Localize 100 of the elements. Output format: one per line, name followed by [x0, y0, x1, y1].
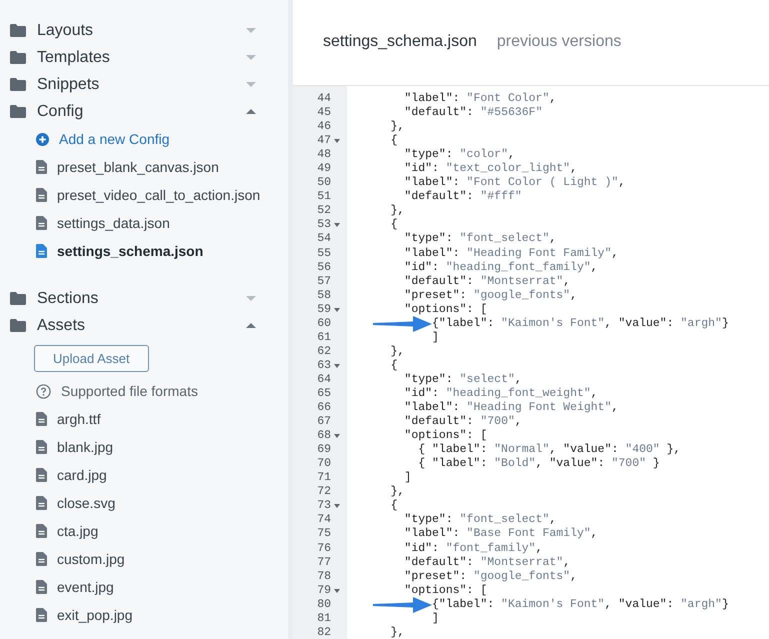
code-line: "default": "#fff": [403, 190, 522, 204]
file-icon: [36, 244, 47, 258]
folder-icon: [10, 51, 26, 64]
file-icon: [36, 496, 47, 510]
line-number: 58: [317, 288, 331, 303]
folder-icon: [10, 78, 26, 91]
code-line: { "label": "Normal", "value": "400" },: [417, 443, 681, 458]
line-number: 72: [317, 485, 331, 500]
line-number: 76: [317, 542, 331, 556]
folder-label[interactable]: Layouts: [37, 22, 246, 40]
code-line: "type": "select",: [403, 372, 522, 387]
code-line: {"label": "Kaimon's Font", "value": "argh"}: [431, 598, 729, 612]
file-item[interactable]: preset_blank_canvas.json: [57, 159, 219, 175]
fold-caret-icon[interactable]: [334, 223, 340, 228]
code-line: ]: [403, 471, 412, 486]
add-config-link[interactable]: Add a new Config: [59, 131, 170, 147]
file-icon: [36, 216, 47, 230]
file-item[interactable]: custom.jpg: [57, 551, 125, 567]
line-number: 52: [317, 204, 331, 218]
fold-caret-icon[interactable]: [334, 588, 340, 593]
code-line: "options": [: [403, 584, 488, 598]
code-line: },: [390, 626, 404, 639]
file-icon: [36, 608, 47, 622]
file-item[interactable]: close.svg: [57, 495, 116, 511]
file-icon: [36, 552, 47, 566]
line-number: 63: [317, 358, 331, 373]
line-number: 55: [317, 246, 331, 261]
folder-label[interactable]: Templates: [37, 48, 246, 66]
line-number: 61: [317, 330, 331, 345]
code-line: },: [390, 485, 404, 500]
file-item[interactable]: exit_pop.jpg: [57, 607, 133, 623]
line-number: 66: [317, 401, 331, 416]
help-icon[interactable]: [36, 384, 51, 398]
file-item[interactable]: argh.ttf: [57, 411, 101, 427]
folder-icon: [10, 292, 26, 305]
line-number: 75: [317, 527, 331, 542]
code-line: "type": "color",: [403, 148, 515, 162]
line-number: 60: [317, 316, 331, 331]
file-item[interactable]: cta.jpg: [57, 523, 98, 539]
editor-tab[interactable]: settings_schema.json: [323, 32, 477, 50]
caret-up-icon[interactable]: [246, 323, 256, 328]
line-number: 59: [317, 302, 331, 317]
code-line: "default": "700",: [403, 415, 522, 430]
code-line: },: [390, 344, 404, 359]
line-number: 79: [317, 584, 331, 598]
file-icon: [36, 468, 47, 482]
code-line: "label": "Base Font Family",: [403, 527, 598, 542]
help-link[interactable]: Supported file formats: [61, 383, 198, 399]
folder-icon: [10, 319, 26, 332]
code-line: "id": "font_family",: [403, 542, 542, 556]
code-line: "default": "Montserrat",: [403, 274, 570, 289]
line-number: 53: [317, 218, 331, 232]
line-number: 81: [317, 612, 331, 626]
caret-up-icon[interactable]: [246, 109, 256, 114]
folder-label[interactable]: Sections: [37, 290, 246, 308]
code-line: {"label": "Kaimon's Font", "value": "argh"}: [431, 316, 729, 331]
fold-caret-icon[interactable]: [334, 434, 340, 438]
file-icon: [36, 188, 47, 202]
upload-asset-button[interactable]: Upload Asset: [34, 344, 149, 372]
file-item[interactable]: card.jpg: [57, 467, 107, 483]
line-number: 46: [317, 120, 331, 134]
folder-label[interactable]: Snippets: [37, 76, 246, 94]
file-item[interactable]: preset_video_call_to_action.json: [57, 187, 260, 203]
line-number: 77: [317, 556, 331, 570]
code-line: },: [390, 120, 404, 134]
line-number: 73: [317, 499, 331, 514]
file-item[interactable]: settings_data.json: [57, 215, 170, 231]
code-line: "default": "#55636F": [403, 106, 542, 120]
line-number: 51: [317, 190, 331, 204]
fold-caret-icon[interactable]: [334, 308, 340, 312]
folder-label[interactable]: Config: [37, 102, 246, 120]
file-item[interactable]: event.jpg: [57, 579, 114, 595]
line-number: 49: [317, 162, 331, 176]
line-number: 82: [317, 626, 331, 639]
code-line: "label": "Font Color ( Light )",: [403, 176, 626, 190]
fold-caret-icon[interactable]: [334, 504, 340, 508]
code-line: { "label": "Bold", "value": "700" }: [417, 457, 660, 472]
code-line: "label": "Font Color",: [403, 92, 556, 106]
line-number: 62: [317, 344, 331, 359]
line-number: 48: [317, 148, 331, 162]
code-line: "id": "heading_font_weight",: [403, 386, 598, 402]
editor-tab[interactable]: previous versions: [496, 32, 622, 50]
folder-label[interactable]: Assets: [37, 316, 246, 334]
fold-caret-icon[interactable]: [334, 364, 340, 368]
code-line: {: [390, 218, 398, 232]
file-item[interactable]: settings_schema.json: [57, 243, 204, 259]
add-icon[interactable]: [36, 132, 49, 146]
fold-caret-icon[interactable]: [334, 139, 340, 144]
code-line: "id": "text_color_light",: [403, 162, 577, 176]
line-number: 45: [317, 106, 331, 120]
file-icon: [36, 440, 47, 454]
line-number: 65: [317, 386, 331, 402]
line-number: 68: [317, 429, 331, 444]
code-line: ]: [431, 612, 439, 626]
code-line: "preset": "google_fonts",: [403, 570, 577, 584]
file-item[interactable]: blank.jpg: [57, 439, 114, 455]
file-icon: [36, 580, 47, 594]
folder-icon: [10, 105, 26, 118]
line-number: 80: [317, 598, 331, 612]
line-number: 78: [317, 570, 331, 584]
